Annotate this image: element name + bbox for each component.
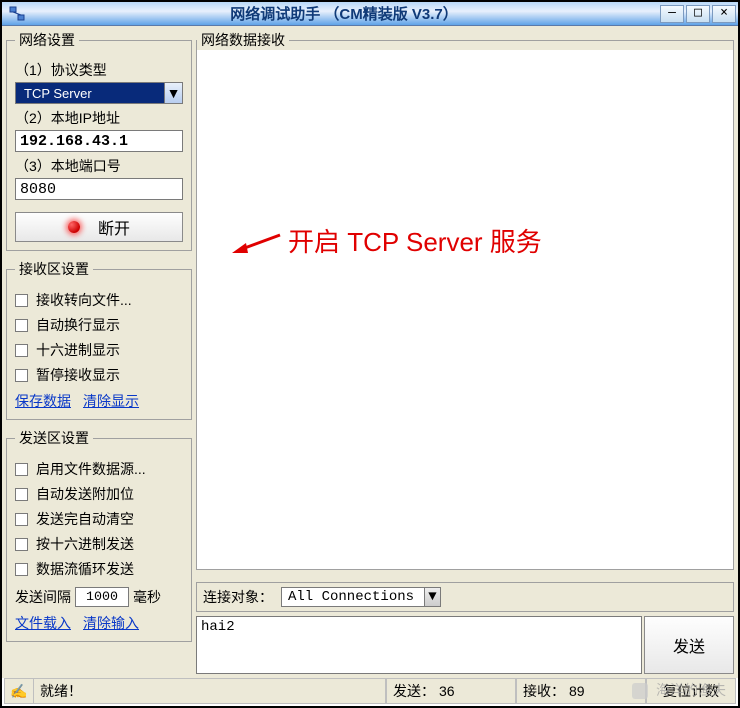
dropdown-arrow-icon: ▼ [164,83,182,103]
local-ip-input[interactable] [15,130,183,152]
recv-data-legend: 网络数据接收 [197,30,289,50]
recv-opt-3[interactable]: 暂停接收显示 [15,365,183,385]
annotation-arrow: 开启 TCP Server 服务 [232,222,542,259]
protocol-dropdown[interactable]: TCP Server ▼ [15,82,183,104]
protocol-label: （1）协议类型 [15,60,183,80]
recv-data-group: 网络数据接收 [196,30,734,570]
send-opt-1[interactable]: 自动发送附加位 [15,484,183,504]
connection-label: 连接对象： [203,587,273,607]
ready-icon: ✍ [4,678,34,704]
connection-dropdown[interactable]: All Connections ▼ [281,587,441,607]
recv-settings-legend: 接收区设置 [15,259,93,279]
send-textarea[interactable]: hai2 [196,616,642,674]
file-load-link[interactable]: 文件载入 [15,613,71,633]
annotation-text: 开启 TCP Server 服务 [288,222,542,259]
disconnect-button[interactable]: 断开 [15,212,183,242]
status-ready: 就绪！ [34,678,386,704]
interval-label-pre: 发送间隔 [15,587,71,607]
maximize-button[interactable]: □ [686,5,710,23]
app-icon [8,5,26,23]
checkbox-icon [15,488,28,501]
checkbox-icon [15,369,28,382]
window-title: 网络调试助手 （CM精装版 V3.7） [30,3,658,24]
recv-value: 89 [569,683,585,699]
recv-label: 接收： [523,681,565,701]
send-opt-0[interactable]: 启用文件数据源... [15,459,183,479]
checkbox-icon [15,344,28,357]
local-ip-label: （2）本地IP地址 [15,108,183,128]
send-settings-legend: 发送区设置 [15,428,93,448]
interval-input[interactable] [75,587,129,607]
reset-count-button[interactable]: 复位计数 [646,678,736,704]
recv-textarea[interactable] [197,50,733,569]
network-settings-group: 网络设置 （1）协议类型 TCP Server ▼ （2）本地IP地址 （3）本… [6,30,192,251]
protocol-value: TCP Server [16,86,92,101]
local-port-input[interactable] [15,178,183,200]
close-button[interactable]: × [712,5,736,23]
interval-label-suf: 毫秒 [133,587,161,607]
disconnect-label: 断开 [98,215,130,239]
network-settings-legend: 网络设置 [15,30,79,50]
checkbox-icon [15,513,28,526]
recv-settings-group: 接收区设置 接收转向文件... 自动换行显示 十六进制显示 暂停接收显示 保存数… [6,259,192,420]
connection-row: 连接对象： All Connections ▼ [196,582,734,612]
checkbox-icon [15,538,28,551]
local-port-label: （3）本地端口号 [15,156,183,176]
sent-label: 发送： [393,681,435,701]
clear-display-link[interactable]: 清除显示 [83,391,139,411]
status-bar: ✍ 就绪！ 发送： 36 接收： 89 复位计数 [4,678,736,704]
recv-opt-0[interactable]: 接收转向文件... [15,290,183,310]
connection-value: All Connections [282,589,420,605]
checkbox-icon [15,563,28,576]
checkbox-icon [15,294,28,307]
recv-opt-1[interactable]: 自动换行显示 [15,315,183,335]
save-data-link[interactable]: 保存数据 [15,391,71,411]
send-opt-4[interactable]: 数据流循环发送 [15,559,183,579]
checkbox-icon [15,319,28,332]
recv-opt-2[interactable]: 十六进制显示 [15,340,183,360]
status-dot-icon [68,221,80,233]
send-button[interactable]: 发送 [644,616,734,674]
sent-value: 36 [439,683,455,699]
send-opt-3[interactable]: 按十六进制发送 [15,534,183,554]
send-settings-group: 发送区设置 启用文件数据源... 自动发送附加位 发送完自动清空 按十六进制发送… [6,428,192,642]
dropdown-arrow-icon: ▼ [424,588,440,606]
minimize-button[interactable]: — [660,5,684,23]
clear-input-link[interactable]: 清除输入 [83,613,139,633]
checkbox-icon [15,463,28,476]
window-titlebar: 网络调试助手 （CM精装版 V3.7） — □ × [2,2,738,26]
send-opt-2[interactable]: 发送完自动清空 [15,509,183,529]
